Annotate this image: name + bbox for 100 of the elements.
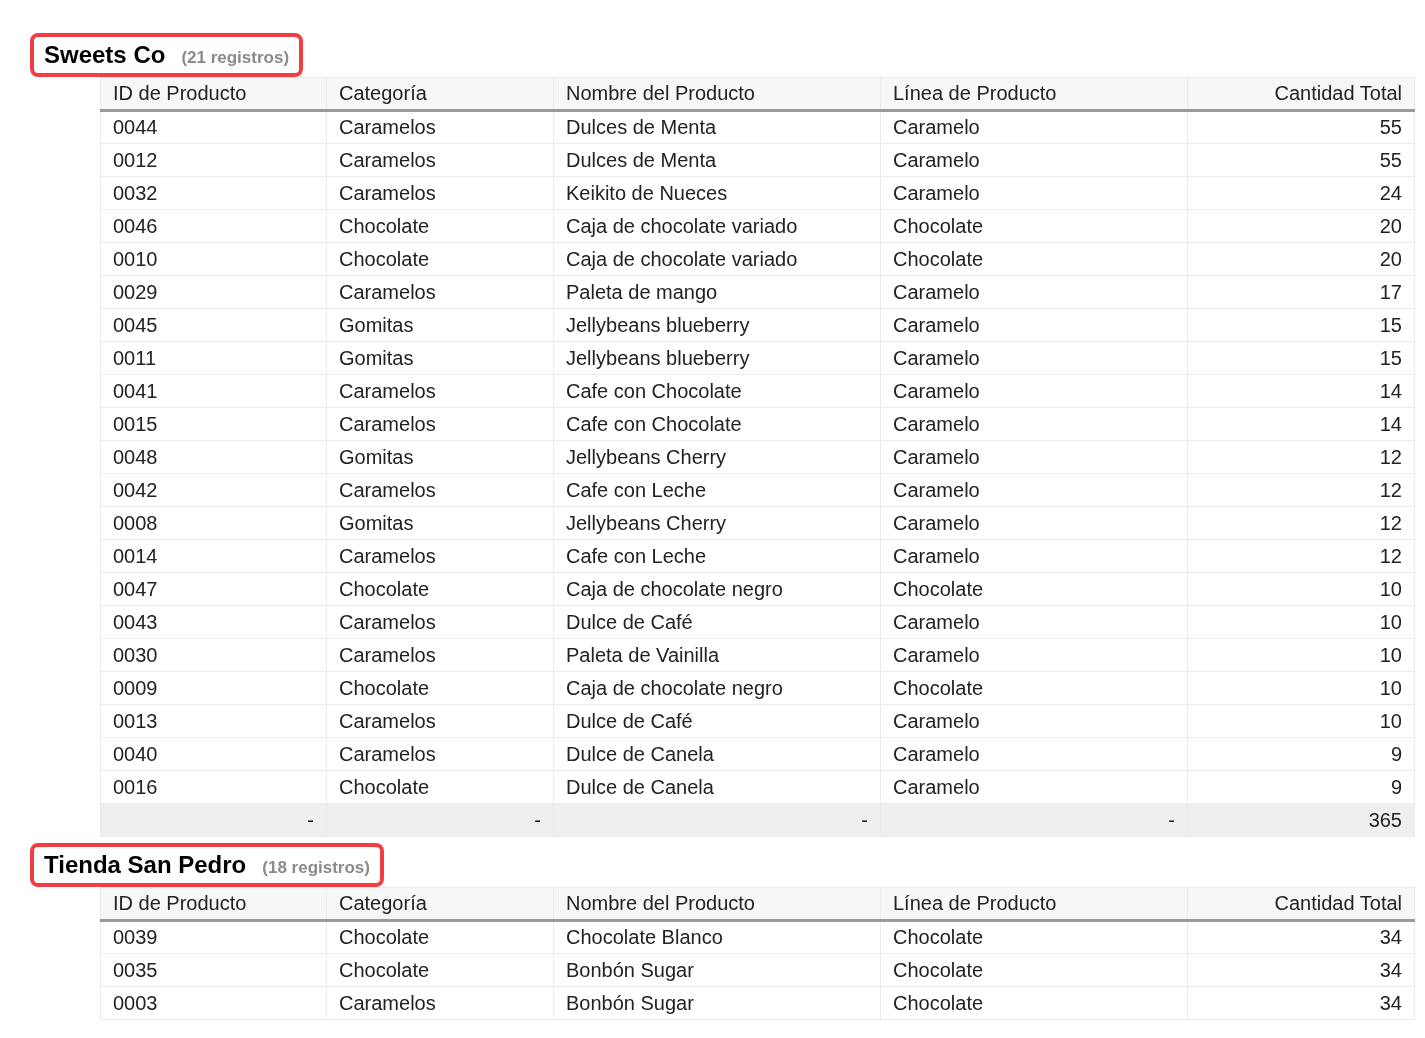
table-cell: 10: [1187, 704, 1415, 738]
table-cell: 0039: [100, 920, 327, 954]
table-cell: 0016: [100, 770, 327, 804]
table-cell: 0032: [100, 176, 327, 210]
table-cell: Gomitas: [326, 341, 554, 375]
table-cell: 15: [1187, 341, 1415, 375]
table-cell: Cafe con Chocolate: [553, 407, 881, 441]
table-cell: 55: [1187, 110, 1415, 144]
table-cell: Caramelo: [880, 539, 1188, 573]
table-cell: Caramelo: [880, 374, 1188, 408]
table-cell: 9: [1187, 737, 1415, 771]
table-cell: Caramelo: [880, 308, 1188, 342]
table-cell: 0043: [100, 605, 327, 639]
table-cell: 20: [1187, 209, 1415, 243]
table-cell: 0046: [100, 209, 327, 243]
table-cell: Chocolate: [880, 953, 1188, 987]
table-cell: Dulces de Menta: [553, 110, 881, 144]
table-cell: Caramelo: [880, 176, 1188, 210]
table-cell: Chocolate: [326, 953, 554, 987]
table-cell: Paleta de mango: [553, 275, 881, 309]
table-cell: Caramelo: [880, 407, 1188, 441]
table-cell: Chocolate: [326, 242, 554, 276]
record-count: (18 registros): [262, 858, 370, 878]
table-cell: Chocolate: [326, 920, 554, 954]
column-header[interactable]: Línea de Producto: [880, 77, 1188, 111]
table-cell: Dulce de Canela: [553, 770, 881, 804]
table-cell: Paleta de Vainilla: [553, 638, 881, 672]
table-cell: Caramelo: [880, 473, 1188, 507]
column-header[interactable]: Categoría: [326, 887, 554, 921]
table-cell: Chocolate: [880, 920, 1188, 954]
table-cell: Bonbón Sugar: [553, 986, 881, 1020]
table-cell: Chocolate: [326, 770, 554, 804]
table-cell: Caramelo: [880, 704, 1188, 738]
table-cell: Caramelos: [326, 737, 554, 771]
total-cell: -: [326, 803, 554, 837]
table-cell: Chocolate: [880, 671, 1188, 705]
table-cell: Caramelos: [326, 986, 554, 1020]
group-title: Tienda San Pedro: [44, 851, 247, 879]
table-cell: 0040: [100, 737, 327, 771]
column-header[interactable]: ID de Producto: [100, 887, 327, 921]
table-cell: 12: [1187, 506, 1415, 540]
table-cell: 0047: [100, 572, 327, 606]
table-cell: 0045: [100, 308, 327, 342]
table-cell: Dulce de Café: [553, 704, 881, 738]
table-cell: 0013: [100, 704, 327, 738]
table-cell: Caramelo: [880, 638, 1188, 672]
table-cell: Caramelo: [880, 506, 1188, 540]
table-cell: Jellybeans blueberry: [553, 308, 881, 342]
table-cell: 12: [1187, 440, 1415, 474]
table-cell: 20: [1187, 242, 1415, 276]
total-cell: 365: [1187, 803, 1415, 837]
table-cell: Caja de chocolate variado: [553, 209, 881, 243]
table-cell: 0048: [100, 440, 327, 474]
table-cell: Chocolate: [326, 209, 554, 243]
table-cell: 0011: [100, 341, 327, 375]
table-cell: Dulce de Canela: [553, 737, 881, 771]
table-cell: Caja de chocolate negro: [553, 572, 881, 606]
table-cell: 0029: [100, 275, 327, 309]
table-cell: Keikito de Nueces: [553, 176, 881, 210]
table-cell: Caramelos: [326, 143, 554, 177]
table-cell: 12: [1187, 473, 1415, 507]
column-header[interactable]: Nombre del Producto: [553, 77, 881, 111]
table-cell: Chocolate: [880, 209, 1188, 243]
table-cell: Dulces de Menta: [553, 143, 881, 177]
table-cell: Caramelos: [326, 605, 554, 639]
table-cell: 0042: [100, 473, 327, 507]
column-header[interactable]: Categoría: [326, 77, 554, 111]
table-cell: 34: [1187, 986, 1415, 1020]
table-cell: Caramelos: [326, 704, 554, 738]
total-cell: -: [880, 803, 1188, 837]
table-cell: 9: [1187, 770, 1415, 804]
column-header[interactable]: Línea de Producto: [880, 887, 1188, 921]
table-cell: Chocolate: [326, 572, 554, 606]
table-cell: 12: [1187, 539, 1415, 573]
table-cell: Caramelos: [326, 473, 554, 507]
column-header[interactable]: Cantidad Total: [1187, 77, 1415, 111]
table-cell: Dulce de Café: [553, 605, 881, 639]
table-cell: 15: [1187, 308, 1415, 342]
table-cell: 34: [1187, 953, 1415, 987]
table-cell: Chocolate Blanco: [553, 920, 881, 954]
table-cell: Caramelos: [326, 539, 554, 573]
column-header[interactable]: Nombre del Producto: [553, 887, 881, 921]
table-cell: Jellybeans blueberry: [553, 341, 881, 375]
table-cell: Jellybeans Cherry: [553, 506, 881, 540]
table-cell: Chocolate: [880, 986, 1188, 1020]
table-cell: Gomitas: [326, 440, 554, 474]
table-cell: Caja de chocolate negro: [553, 671, 881, 705]
table-cell: Caja de chocolate variado: [553, 242, 881, 276]
table-cell: Gomitas: [326, 506, 554, 540]
table-cell: Cafe con Chocolate: [553, 374, 881, 408]
table-cell: Caramelos: [326, 275, 554, 309]
table-cell: Chocolate: [880, 572, 1188, 606]
table-cell: Caramelos: [326, 638, 554, 672]
column-header[interactable]: Cantidad Total: [1187, 887, 1415, 921]
table-cell: Caramelos: [326, 176, 554, 210]
column-header[interactable]: ID de Producto: [100, 77, 327, 111]
table-cell: Cafe con Leche: [553, 473, 881, 507]
total-cell: -: [553, 803, 881, 837]
table-cell: 0008: [100, 506, 327, 540]
table-cell: 0010: [100, 242, 327, 276]
